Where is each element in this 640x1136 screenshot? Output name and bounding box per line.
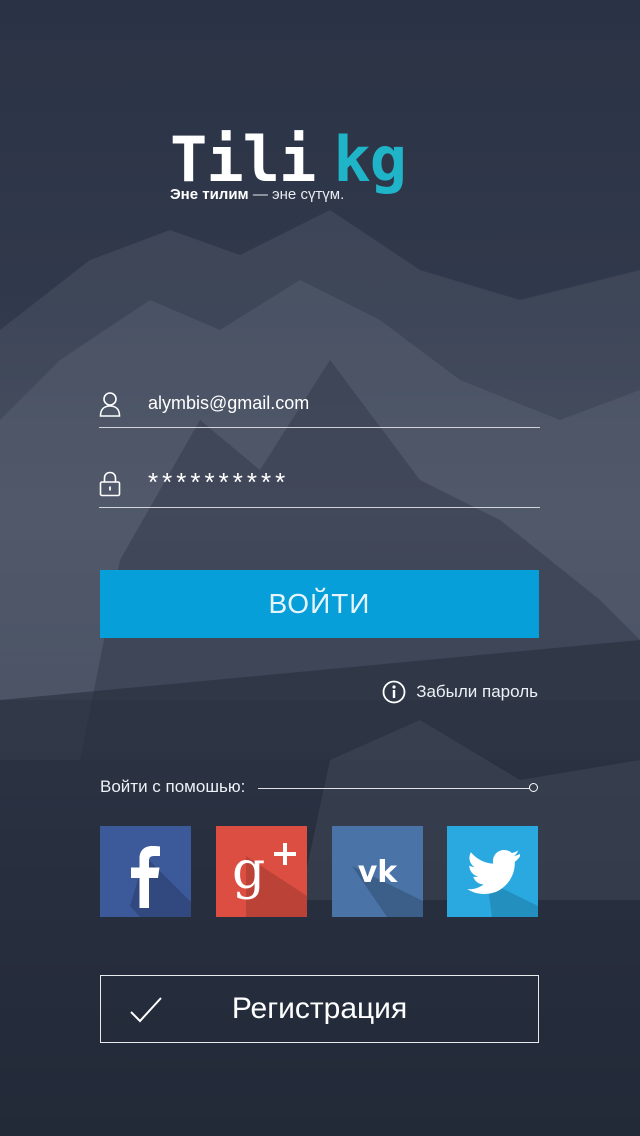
register-label: Регистрация [231, 992, 408, 1025]
logo-wordmark: Tili kg [170, 128, 407, 192]
facebook-button[interactable] [100, 826, 191, 917]
social-divider [258, 788, 530, 789]
tagline-rest: — эне сүтүм. [248, 186, 345, 203]
password-value: ********** [148, 467, 290, 497]
social-divider-dot [529, 783, 538, 792]
vk-button[interactable]: vk [332, 826, 423, 917]
facebook-icon [130, 846, 191, 917]
forgot-password-label: Забыли пароль [416, 682, 538, 701]
email-field[interactable]: alymbis@gmail.com [99, 383, 540, 428]
password-field[interactable]: ********** [99, 463, 540, 508]
login-button[interactable]: ВОЙТИ [100, 570, 539, 638]
lock-icon [99, 471, 121, 497]
twitter-icon [467, 850, 538, 917]
social-login-label: Войти с помошью: [100, 777, 246, 796]
user-icon [99, 392, 121, 417]
tagline-bold: Эне тилим [170, 186, 249, 203]
forgot-password-link[interactable]: Забыли пароль [382, 679, 538, 705]
google-plus-button[interactable]: g [216, 826, 307, 917]
twitter-button[interactable] [447, 826, 538, 917]
app-logo: Tili kg Эне тилим — эне сүтүм. [170, 128, 407, 204]
google-plus-icon: g [232, 841, 307, 917]
svg-text:vk: vk [358, 855, 399, 890]
login-screen: Tili kg Эне тилим — эне сүтүм. alymbis@gm… [0, 0, 640, 1136]
register-button[interactable]: Регистрация [100, 975, 539, 1043]
email-value: alymbis@gmail.com [148, 393, 310, 413]
svg-text:g: g [232, 841, 265, 901]
info-icon [382, 680, 406, 704]
vk-icon: vk [352, 855, 423, 917]
